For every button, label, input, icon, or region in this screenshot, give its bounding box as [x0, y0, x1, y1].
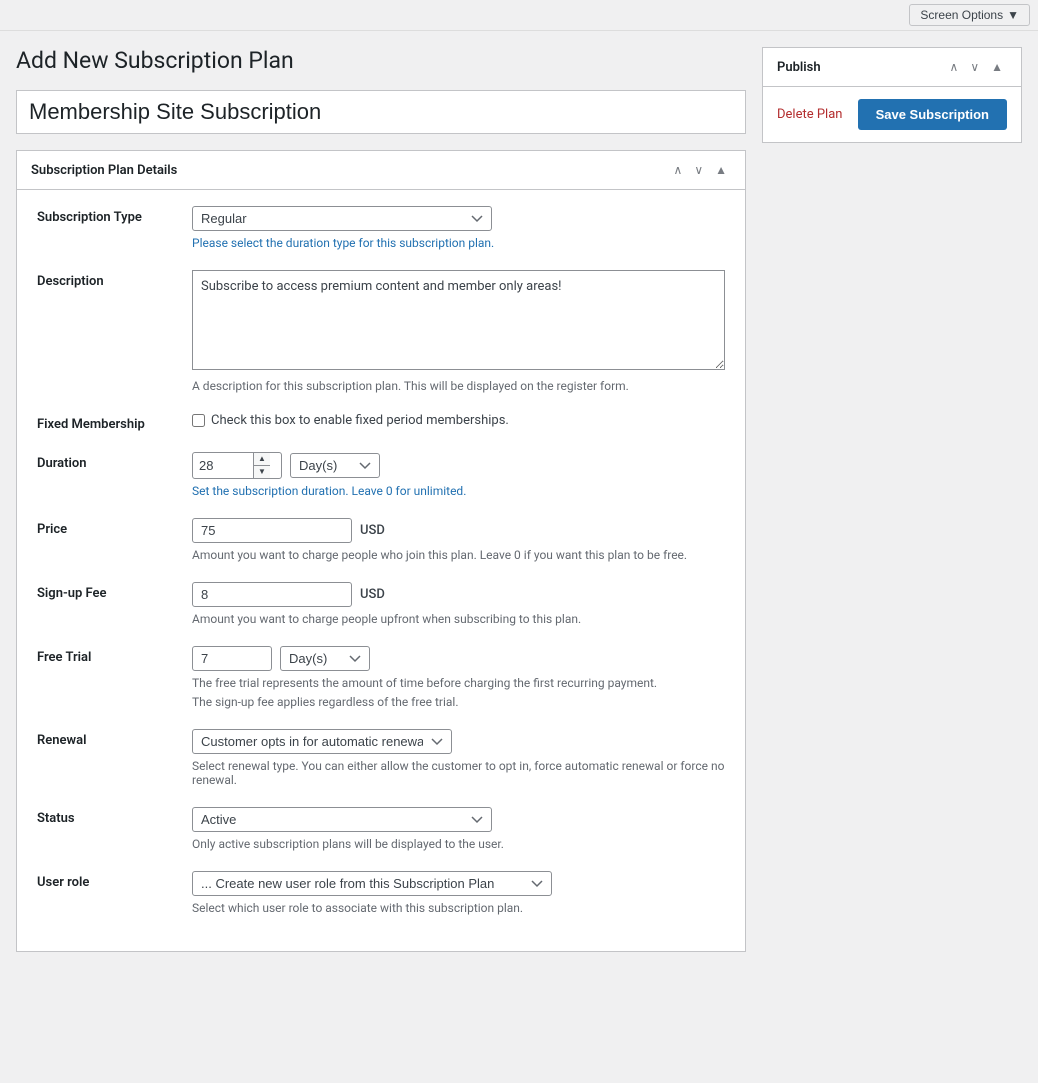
- status-control: Active Inactive Only active subscription…: [192, 807, 725, 851]
- signup-fee-inputs: USD: [192, 582, 725, 607]
- price-row: Price USD Amount you want to charge peop…: [37, 518, 725, 562]
- description-label: Description: [37, 270, 192, 289]
- fixed-membership-row: Fixed Membership Check this box to enabl…: [37, 413, 725, 432]
- publish-up-button[interactable]: ∧: [946, 58, 963, 76]
- duration-spinner: ▲ ▼: [253, 453, 270, 478]
- subscription-details-panel: Subscription Plan Details ∧ ∨ ▲ Subscrip…: [16, 150, 746, 952]
- panel-body: Subscription Type Regular One-Time Lifet…: [17, 190, 745, 951]
- duration-number-wrapper: ▲ ▼: [192, 452, 282, 479]
- panel-collapse-button[interactable]: ▲: [711, 161, 731, 179]
- screen-options-button[interactable]: Screen Options ▼: [909, 4, 1030, 26]
- signup-fee-input[interactable]: [192, 582, 352, 607]
- price-help: Amount you want to charge people who joi…: [192, 548, 725, 562]
- price-input[interactable]: [192, 518, 352, 543]
- price-control: USD Amount you want to charge people who…: [192, 518, 725, 562]
- publish-panel-body: Delete Plan Save Subscription: [763, 87, 1021, 142]
- fixed-membership-checkbox-label[interactable]: Check this box to enable fixed period me…: [192, 413, 725, 428]
- price-inputs: USD: [192, 518, 725, 543]
- renewal-control: Customer opts in for automatic renewal F…: [192, 729, 725, 787]
- free-trial-control: Day(s) Week(s) Month(s) The free trial r…: [192, 646, 725, 709]
- user-role-control: ... Create new user role from this Subsc…: [192, 871, 725, 915]
- duration-inputs: ▲ ▼ Day(s) Week(s) Month(s) Year(s): [192, 452, 725, 479]
- subscription-type-select[interactable]: Regular One-Time Lifetime: [192, 206, 492, 231]
- publish-panel: Publish ∧ ∨ ▲ Delete Plan Save Subscript…: [762, 47, 1022, 143]
- free-trial-inputs: Day(s) Week(s) Month(s): [192, 646, 725, 671]
- status-row: Status Active Inactive Only active subsc…: [37, 807, 725, 851]
- status-label: Status: [37, 807, 192, 826]
- publish-panel-header: Publish ∧ ∨ ▲: [763, 48, 1021, 87]
- fixed-membership-control: Check this box to enable fixed period me…: [192, 413, 725, 428]
- publish-panel-controls: ∧ ∨ ▲: [946, 58, 1007, 76]
- duration-increment-button[interactable]: ▲: [254, 453, 270, 466]
- screen-options-chevron: ▼: [1007, 8, 1019, 22]
- free-trial-help2: The sign-up fee applies regardless of th…: [192, 695, 725, 709]
- duration-number-input[interactable]: [193, 454, 253, 477]
- price-currency: USD: [360, 523, 385, 538]
- user-role-row: User role ... Create new user role from …: [37, 871, 725, 915]
- page-title: Add New Subscription Plan: [16, 47, 746, 74]
- signup-fee-row: Sign-up Fee USD Amount you want to charg…: [37, 582, 725, 626]
- save-subscription-button[interactable]: Save Subscription: [858, 99, 1007, 130]
- renewal-help: Select renewal type. You can either allo…: [192, 759, 725, 787]
- user-role-label: User role: [37, 871, 192, 890]
- free-trial-unit-select[interactable]: Day(s) Week(s) Month(s): [280, 646, 370, 671]
- duration-label: Duration: [37, 452, 192, 471]
- fixed-membership-label: Fixed Membership: [37, 413, 192, 432]
- duration-unit-select[interactable]: Day(s) Week(s) Month(s) Year(s): [290, 453, 380, 478]
- publish-down-button[interactable]: ∨: [966, 58, 983, 76]
- description-help: A description for this subscription plan…: [192, 379, 725, 393]
- subscription-type-help: Please select the duration type for this…: [192, 236, 725, 250]
- panel-up-button[interactable]: ∧: [670, 161, 687, 179]
- status-select[interactable]: Active Inactive: [192, 807, 492, 832]
- signup-fee-help: Amount you want to charge people upfront…: [192, 612, 725, 626]
- signup-fee-label: Sign-up Fee: [37, 582, 192, 601]
- duration-row: Duration ▲ ▼ Day(s): [37, 452, 725, 498]
- signup-fee-currency: USD: [360, 587, 385, 602]
- subscription-type-row: Subscription Type Regular One-Time Lifet…: [37, 206, 725, 250]
- free-trial-label: Free Trial: [37, 646, 192, 665]
- subscription-type-label: Subscription Type: [37, 206, 192, 225]
- panel-title: Subscription Plan Details: [31, 163, 177, 178]
- free-trial-input[interactable]: [192, 646, 272, 671]
- signup-fee-control: USD Amount you want to charge people upf…: [192, 582, 725, 626]
- screen-options-label: Screen Options: [920, 8, 1003, 22]
- publish-panel-title: Publish: [777, 60, 821, 75]
- duration-help: Set the subscription duration. Leave 0 f…: [192, 484, 725, 498]
- delete-plan-link[interactable]: Delete Plan: [777, 107, 842, 122]
- free-trial-row: Free Trial Day(s) Week(s) Month(s) The f…: [37, 646, 725, 709]
- price-label: Price: [37, 518, 192, 537]
- subscription-type-control: Regular One-Time Lifetime Please select …: [192, 206, 725, 250]
- publish-collapse-button[interactable]: ▲: [987, 58, 1007, 76]
- fixed-membership-checkbox-text: Check this box to enable fixed period me…: [211, 413, 509, 428]
- user-role-help: Select which user role to associate with…: [192, 901, 725, 915]
- description-textarea[interactable]: Subscribe to access premium content and …: [192, 270, 725, 370]
- renewal-select[interactable]: Customer opts in for automatic renewal F…: [192, 729, 452, 754]
- renewal-label: Renewal: [37, 729, 192, 748]
- duration-decrement-button[interactable]: ▼: [254, 466, 270, 478]
- panel-header: Subscription Plan Details ∧ ∨ ▲: [17, 151, 745, 190]
- fixed-membership-checkbox[interactable]: [192, 414, 205, 427]
- panel-controls: ∧ ∨ ▲: [670, 161, 731, 179]
- description-row: Description Subscribe to access premium …: [37, 270, 725, 393]
- duration-control: ▲ ▼ Day(s) Week(s) Month(s) Year(s): [192, 452, 725, 498]
- publish-actions: Delete Plan Save Subscription: [777, 99, 1007, 130]
- status-help: Only active subscription plans will be d…: [192, 837, 725, 851]
- renewal-row: Renewal Customer opts in for automatic r…: [37, 729, 725, 787]
- subscription-title-input[interactable]: [16, 90, 746, 134]
- panel-down-button[interactable]: ∨: [690, 161, 707, 179]
- user-role-select[interactable]: ... Create new user role from this Subsc…: [192, 871, 552, 896]
- free-trial-help1: The free trial represents the amount of …: [192, 676, 725, 690]
- description-control: Subscribe to access premium content and …: [192, 270, 725, 393]
